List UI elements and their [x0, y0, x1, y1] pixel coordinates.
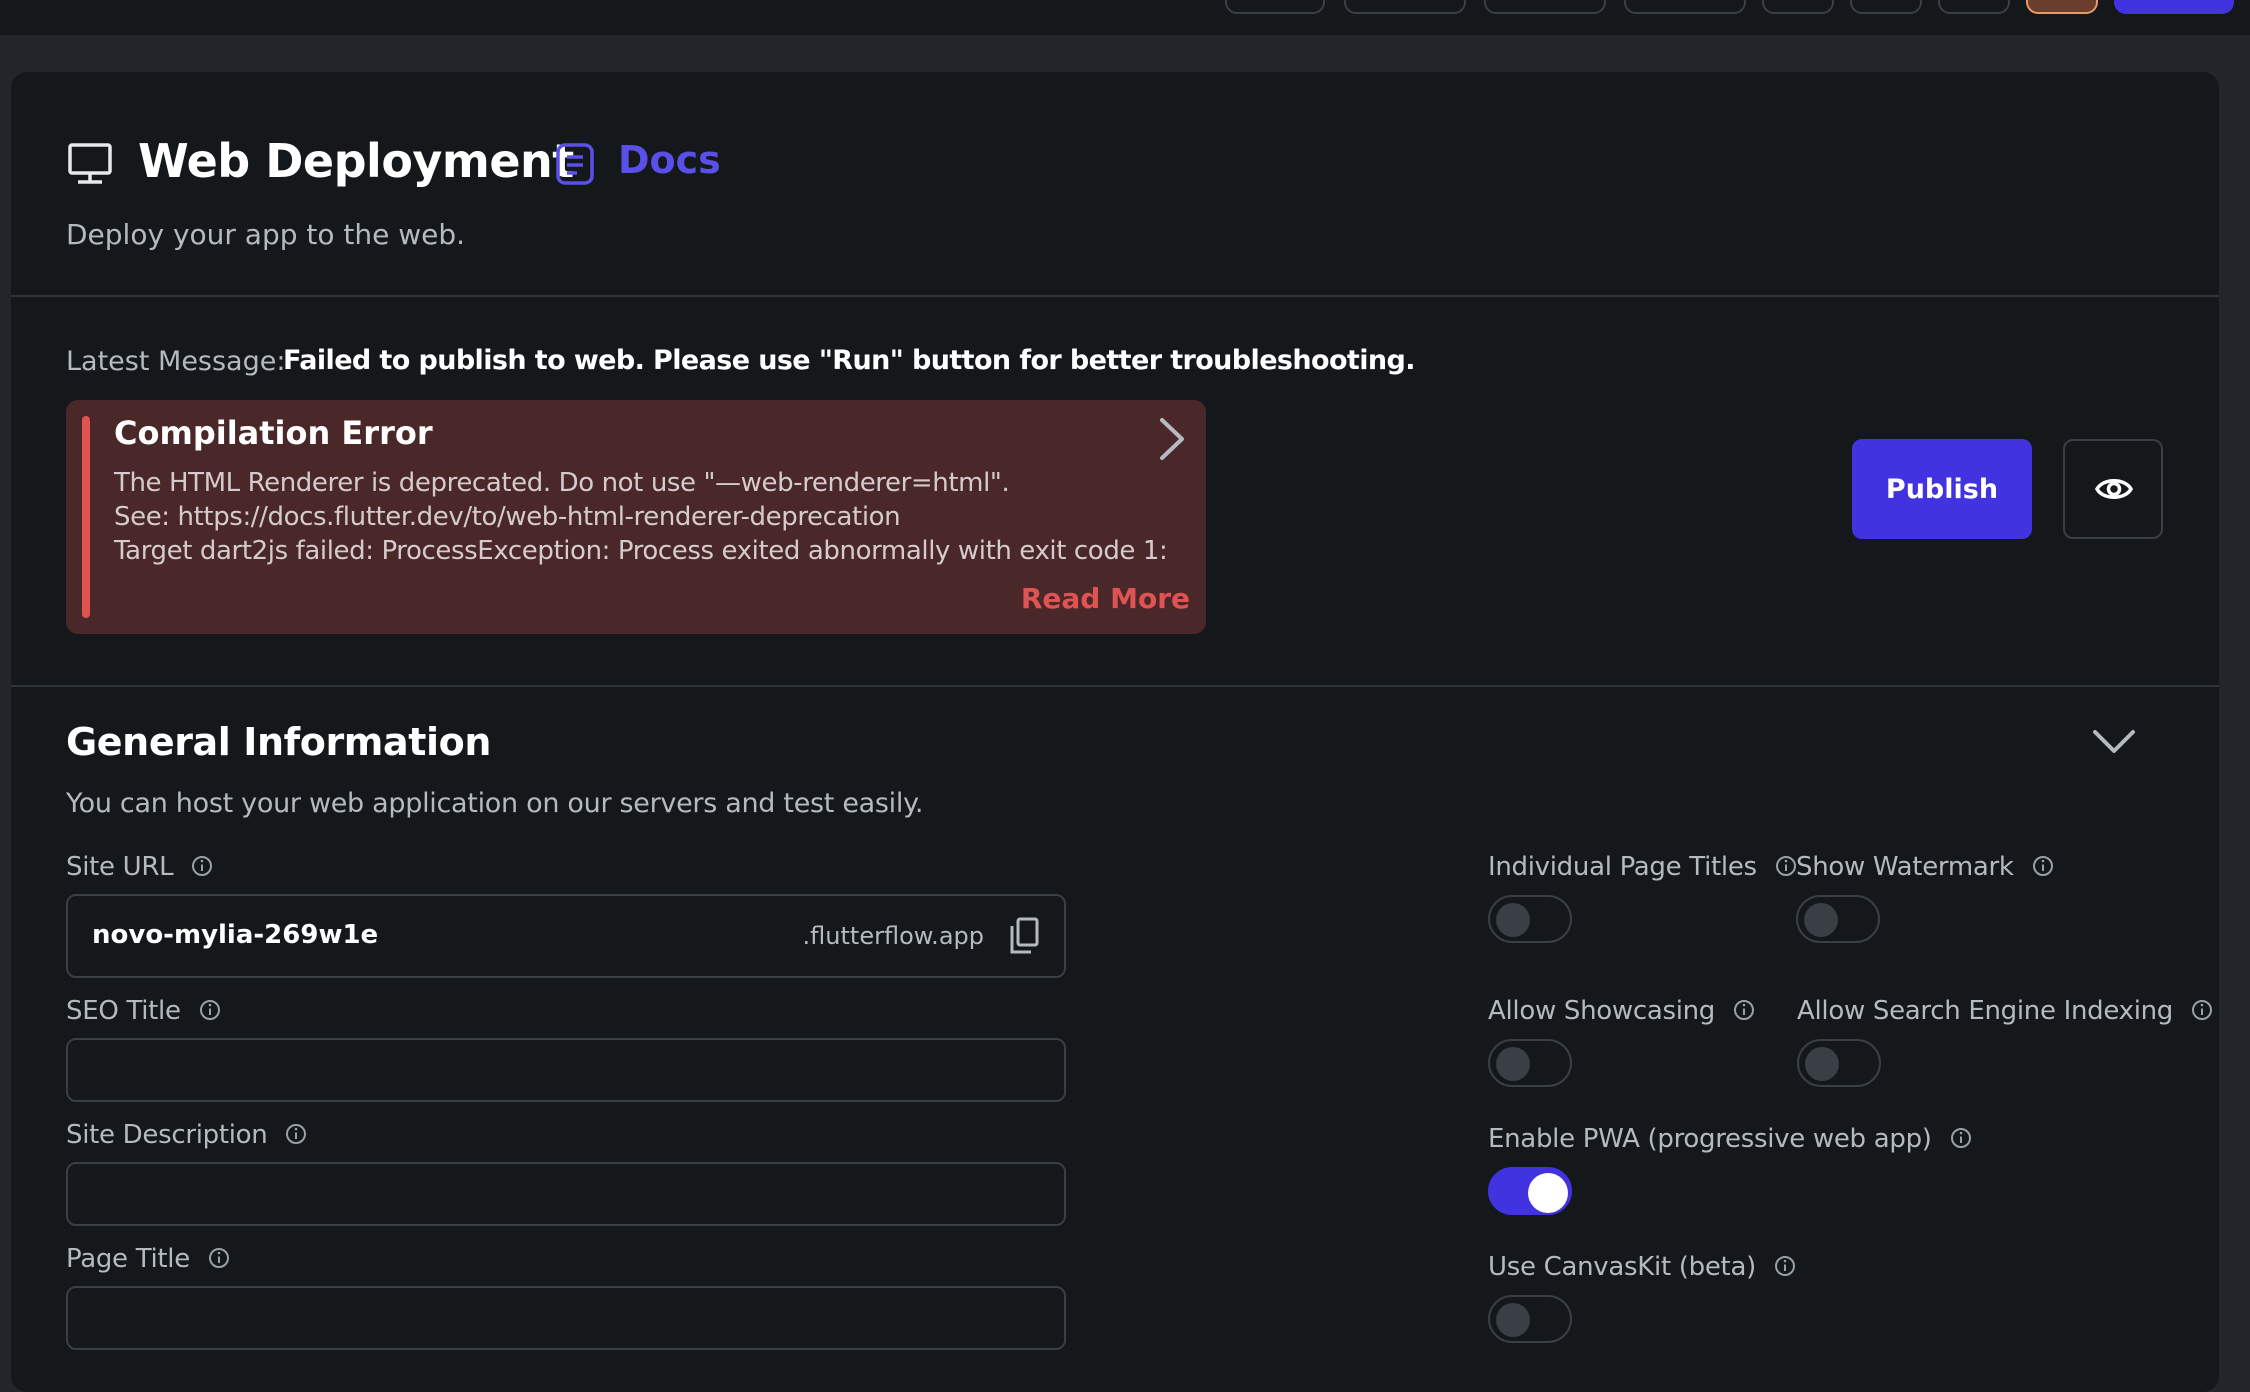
allow-showcasing-toggle[interactable]	[1488, 1039, 1572, 1087]
info-icon[interactable]	[199, 999, 221, 1021]
copy-icon[interactable]	[1008, 916, 1040, 956]
site-url-field[interactable]: novo-mylia-269w1e .flutterflow.app	[66, 894, 1066, 978]
enable-pwa-label: Enable PWA (progressive web app)	[1488, 1124, 1972, 1154]
info-icon[interactable]	[1950, 1127, 1972, 1149]
info-icon[interactable]	[2191, 999, 2213, 1021]
use-canvaskit-label: Use CanvasKit (beta)	[1488, 1252, 1796, 1282]
site-url-label-text: Site URL	[66, 852, 174, 882]
toggle-knob	[1496, 1303, 1530, 1337]
section-title: General Information	[66, 720, 491, 764]
individual-page-titles-label: Individual Page Titles	[1488, 852, 1797, 882]
allow-search-engine-indexing-toggle[interactable]	[1797, 1039, 1881, 1087]
individual-page-titles-toggle[interactable]	[1488, 895, 1572, 943]
publish-button[interactable]: Publish	[1852, 439, 2032, 539]
allow-showcasing-label: Allow Showcasing	[1488, 996, 1755, 1026]
error-line: Target dart2js failed: ProcessException:…	[114, 536, 1168, 566]
info-icon[interactable]	[1774, 1255, 1796, 1277]
page-title-input[interactable]	[68, 1288, 1064, 1348]
toolbar-button[interactable]	[2114, 0, 2234, 14]
info-icon[interactable]	[191, 855, 213, 877]
show-watermark-toggle[interactable]	[1796, 895, 1880, 943]
site-description-label-text: Site Description	[66, 1120, 268, 1150]
info-icon[interactable]	[2032, 855, 2054, 877]
show-watermark-label-text: Show Watermark	[1796, 852, 2014, 882]
compilation-error-card[interactable]: Compilation Error The HTML Renderer is d…	[66, 400, 1206, 634]
page-title-label-text: Page Title	[66, 1244, 190, 1274]
toggle-knob	[1805, 1047, 1839, 1081]
site-description-field[interactable]	[66, 1162, 1066, 1226]
preview-button[interactable]	[2063, 439, 2163, 539]
page-title-field[interactable]	[66, 1286, 1066, 1350]
seo-title-label: SEO Title	[66, 996, 221, 1026]
enable-pwa-toggle[interactable]	[1488, 1167, 1572, 1215]
error-line: The HTML Renderer is deprecated. Do not …	[114, 468, 1010, 498]
toggle-knob	[1496, 903, 1530, 937]
seo-title-input[interactable]	[68, 1040, 1064, 1100]
docs-link[interactable]: Docs	[618, 138, 721, 182]
seo-title-label-text: SEO Title	[66, 996, 181, 1026]
toolbar-button[interactable]	[1938, 0, 2010, 14]
toolbar-button[interactable]	[1762, 0, 1834, 14]
page-title: Web Deployment	[138, 134, 574, 188]
site-url-suffix: .flutterflow.app	[802, 922, 984, 950]
info-icon[interactable]	[208, 1247, 230, 1269]
read-more-link[interactable]: Read More	[1021, 582, 1190, 615]
toggle-knob	[1496, 1047, 1530, 1081]
chevron-down-icon[interactable]	[2089, 722, 2139, 762]
document-icon[interactable]	[555, 142, 595, 186]
toolbar-button[interactable]	[1850, 0, 1922, 14]
page-subtitle: Deploy your app to the web.	[66, 218, 466, 251]
error-title: Compilation Error	[114, 414, 433, 452]
latest-message-label: Latest Message:	[66, 346, 286, 377]
seo-title-field[interactable]	[66, 1038, 1066, 1102]
individual-page-titles-label-text: Individual Page Titles	[1488, 852, 1757, 882]
show-watermark-label: Show Watermark	[1796, 852, 2054, 882]
divider	[11, 295, 2219, 297]
site-description-label: Site Description	[66, 1120, 307, 1150]
toggle-knob	[1528, 1173, 1568, 1213]
latest-message-value: Failed to publish to web. Please use "Ru…	[283, 345, 1415, 376]
top-toolbar	[0, 0, 2250, 35]
info-icon[interactable]	[1775, 855, 1797, 877]
toolbar-button[interactable]	[2026, 0, 2098, 14]
site-url-label: Site URL	[66, 852, 213, 882]
enable-pwa-label-text: Enable PWA (progressive web app)	[1488, 1124, 1932, 1154]
section-subtitle: You can host your web application on our…	[66, 788, 924, 819]
use-canvaskit-label-text: Use CanvasKit (beta)	[1488, 1252, 1756, 1282]
toolbar-button[interactable]	[1484, 0, 1606, 14]
error-line: See: https://docs.flutter.dev/to/web-htm…	[114, 502, 901, 532]
allow-search-engine-indexing-label: Allow Search Engine Indexing	[1797, 996, 2213, 1026]
eye-icon	[2095, 479, 2133, 499]
toolbar-button[interactable]	[1225, 0, 1325, 14]
info-icon[interactable]	[1733, 999, 1755, 1021]
site-description-input[interactable]	[68, 1164, 1064, 1224]
chevron-right-icon[interactable]	[1156, 416, 1188, 462]
site-url-value[interactable]: novo-mylia-269w1e	[92, 920, 378, 950]
info-icon[interactable]	[285, 1123, 307, 1145]
web-deployment-panel: Web Deployment Docs Deploy your app to t…	[11, 72, 2219, 1392]
divider	[11, 685, 2219, 687]
toolbar-button[interactable]	[1624, 0, 1746, 14]
use-canvaskit-toggle[interactable]	[1488, 1295, 1572, 1343]
allow-showcasing-label-text: Allow Showcasing	[1488, 996, 1716, 1026]
monitor-icon	[68, 143, 112, 184]
error-accent-bar	[82, 416, 90, 618]
allow-search-engine-indexing-label-text: Allow Search Engine Indexing	[1797, 996, 2174, 1026]
toolbar-button[interactable]	[1344, 0, 1466, 14]
toggle-knob	[1804, 903, 1838, 937]
page-title-label: Page Title	[66, 1244, 230, 1274]
